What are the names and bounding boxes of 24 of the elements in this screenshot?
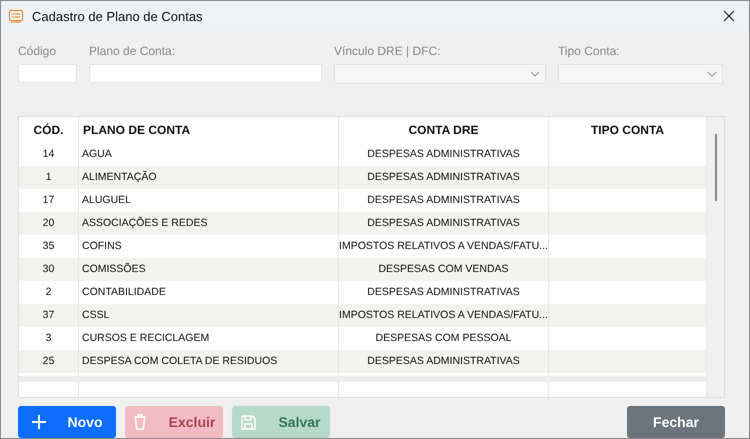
field-label: Vínculo DRE | DFC:: [334, 44, 442, 58]
window-title: Cadastro de Plano de Contas: [32, 8, 204, 24]
scrollbar-thumb[interactable]: [714, 134, 716, 201]
table-row[interactable]: 30 COMISSÕES DESPESAS COM VENDAS: [19, 258, 707, 281]
input-field[interactable]: [18, 64, 77, 83]
table-row[interactable]: 25 DESPESA COM COLETA DE RESIDUOS DESPESAS ADMINISTRATIVAS: [19, 350, 707, 373]
table-row[interactable]: 37 CSSL IMPOSTOS RELATIVOS A VENDAS/FATU...: [19, 304, 707, 327]
input-field[interactable]: [89, 64, 322, 83]
table-row[interactable]: 1 ALIMENTAÇÃO DESPESAS ADMINISTRATIVAS: [19, 166, 707, 189]
chevron-down-icon: [707, 71, 717, 77]
new-button[interactable]: Novo: [18, 406, 116, 438]
app-icon: [9, 10, 23, 22]
chevron-down-icon: [530, 71, 540, 77]
dropdown-field[interactable]: [558, 64, 723, 84]
field-label: Plano de Conta:: [89, 44, 176, 58]
field-label: Tipo Conta:: [558, 44, 621, 58]
plus-icon: [32, 415, 46, 429]
field-label: Código: [18, 44, 58, 58]
close-icon[interactable]: [723, 10, 735, 22]
dropdown-field[interactable]: [334, 64, 546, 84]
scrollbar[interactable]: [707, 116, 724, 397]
trash-icon: [132, 414, 147, 430]
close-button[interactable]: Fechar: [627, 406, 725, 438]
table-row[interactable]: 20 ASSOCIAÇÕES E REDES DESPESAS ADMINISTRATIVAS: [19, 212, 707, 235]
